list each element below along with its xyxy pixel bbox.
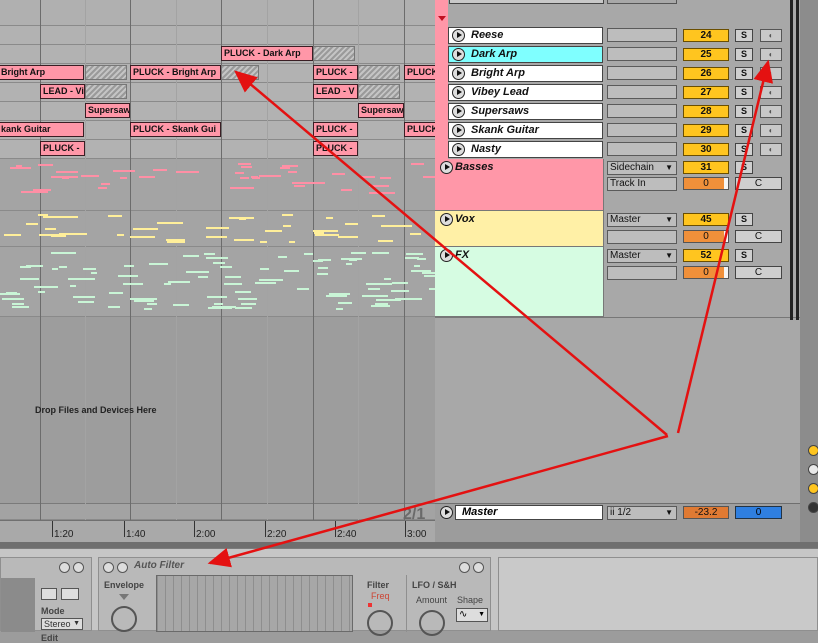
arrow-to-clip [234, 70, 668, 436]
edit-label: Edit [41, 633, 58, 643]
arrow-to-arm [676, 59, 774, 434]
arrow-to-device [207, 434, 669, 568]
annotation-arrows [207, 59, 774, 568]
